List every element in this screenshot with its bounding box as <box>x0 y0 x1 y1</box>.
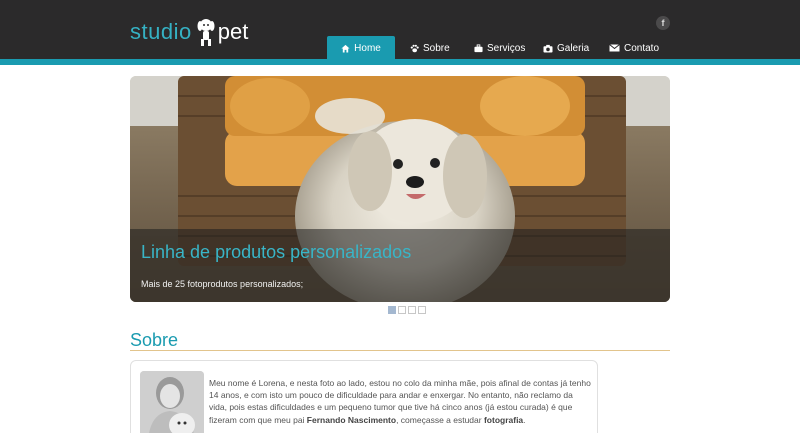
briefcase-icon <box>474 43 483 52</box>
site-header <box>0 0 800 60</box>
section-divider <box>130 350 670 351</box>
nav-home[interactable]: Home <box>327 36 395 60</box>
slide-caption: Linha de produtos personalizados Mais de… <box>130 229 670 302</box>
slider-dot[interactable] <box>398 306 406 314</box>
nav-label: Contato <box>624 42 660 54</box>
paw-icon <box>410 44 419 52</box>
nav-label: Galeria <box>557 42 590 54</box>
about-author-name: Fernando Nascimento <box>306 414 397 425</box>
facebook-icon[interactable]: f <box>656 16 670 30</box>
envelope-icon <box>609 44 620 52</box>
about-text-part: . <box>523 414 526 425</box>
nav-contato[interactable]: Contato <box>609 37 659 59</box>
slider-pagination <box>388 306 426 314</box>
slide-caption-text: Mais de 25 fotoprodutos personalizados; <box>141 279 304 289</box>
home-icon <box>341 44 350 53</box>
nav-sobre[interactable]: Sobre <box>410 37 450 59</box>
slider-dot[interactable] <box>388 306 396 314</box>
camera-icon <box>543 44 553 53</box>
logo-word-pet: pet <box>217 19 249 44</box>
about-highlight: fotografia <box>483 414 524 425</box>
about-text: Meu nome é Lorena, e nesta foto ao lado,… <box>209 377 591 426</box>
nav-galeria[interactable]: Galeria <box>543 37 589 59</box>
logo-word-studio: studio <box>130 19 192 44</box>
nav-servicos[interactable]: Serviços <box>474 37 525 59</box>
slider-dot[interactable] <box>418 306 426 314</box>
nav-label: Serviços <box>487 42 526 54</box>
site-logo[interactable]: studio pet <box>130 16 248 48</box>
about-card: Meu nome é Lorena, e nesta foto ao lado,… <box>130 360 598 433</box>
about-text-part: , começasse a estudar <box>396 414 484 425</box>
section-title-sobre: Sobre <box>130 330 179 350</box>
dog-logo-icon <box>197 19 215 46</box>
slider-dot[interactable] <box>408 306 416 314</box>
nav-label: Home <box>354 42 381 54</box>
slide-caption-title: Linha de produtos personalizados <box>141 242 412 262</box>
header-accent-stripe <box>0 59 800 65</box>
nav-label: Sobre <box>423 42 450 54</box>
avatar <box>140 371 204 433</box>
hero-slider[interactable]: Linha de produtos personalizados Mais de… <box>130 76 670 302</box>
